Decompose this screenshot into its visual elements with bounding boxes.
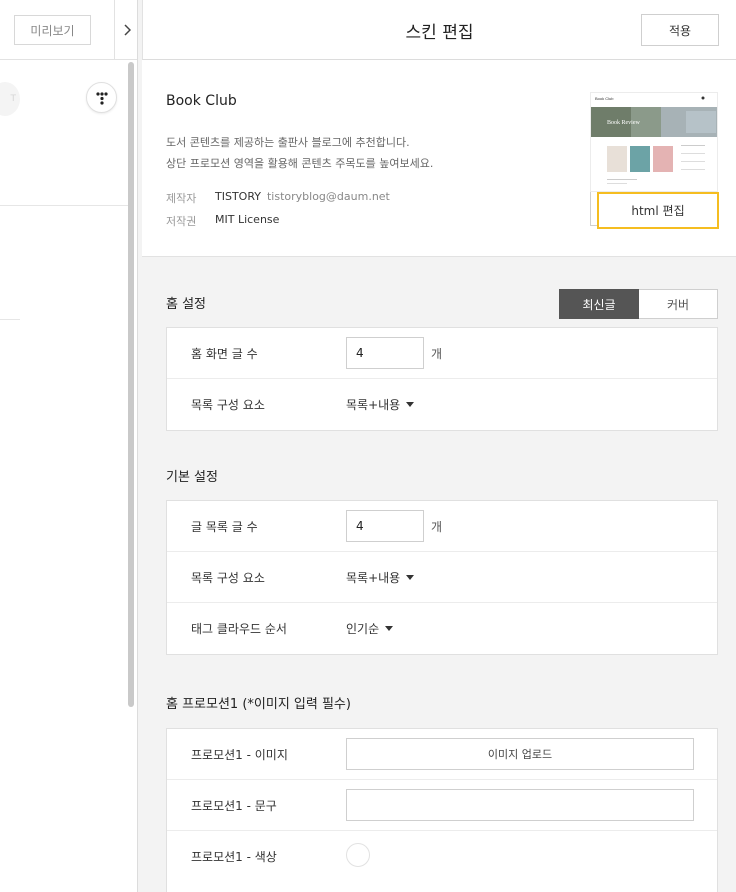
promotion1-text-row: 프로모션1 - 문구 [167, 780, 717, 831]
collapse-panel-button[interactable] [114, 0, 138, 60]
home-settings-title: 홈 설정 [166, 297, 207, 312]
promotion1-image-label: 프로모션1 - 이미지 [191, 748, 288, 762]
home-posts-input[interactable]: 4 [346, 337, 424, 369]
promotion1-color-label: 프로모션1 - 색상 [191, 850, 277, 864]
skin-name: Book Club [166, 93, 237, 109]
preview-scrollbar[interactable] [128, 62, 134, 707]
thumbnail-title: Book Club [595, 96, 614, 101]
basic-list-label: 목록 구성 요소 [191, 571, 265, 585]
basic-posts-input[interactable]: 4 [346, 510, 424, 542]
maker-email: tistoryblog@daum.net [266, 190, 390, 203]
basic-settings-title: 기본 설정 [166, 470, 218, 485]
home-list-label: 목록 구성 요소 [191, 398, 265, 412]
basic-settings-card: 글 목록 글 수 4 개 목록 구성 요소 목록+내용 태그 클라우드 순서 인… [166, 500, 718, 655]
home-posts-unit: 개 [431, 347, 443, 361]
home-list-select[interactable]: 목록+내용 [346, 396, 415, 413]
license-label: 저작권 [166, 215, 197, 228]
promotion1-title: 홈 프로모션1 (*이미지 입력 필수) [166, 697, 351, 712]
basic-posts-unit: 개 [431, 520, 443, 534]
skin-thumbnail: Book Club Book Review [590, 92, 718, 192]
basic-list-row: 목록 구성 요소 목록+내용 [167, 552, 717, 603]
preview-divider [0, 205, 128, 206]
home-posts-label: 홈 화면 글 수 [191, 347, 258, 361]
preview-toolbar: 미리보기 [0, 0, 137, 60]
preview-panel: 미리보기 T [0, 0, 138, 892]
home-mode-toggle[interactable]: 최신글 커버 [559, 289, 718, 319]
caret-down-icon [406, 575, 415, 580]
maker-name: TISTORY [215, 190, 261, 203]
home-list-value: 목록+내용 [346, 398, 401, 412]
home-posts-row: 홈 화면 글 수 4 개 [167, 328, 717, 379]
dots-menu-icon [95, 91, 108, 105]
skin-description: 도서 콘텐츠를 제공하는 출판사 블로그에 추천합니다. 상단 프로모션 영역을… [166, 132, 433, 174]
apply-button[interactable]: 적용 [641, 14, 719, 46]
skin-info-section: Book Club 도서 콘텐츠를 제공하는 출판사 블로그에 추천합니다. 상… [142, 60, 736, 257]
promotion1-image-row: 프로모션1 - 이미지 이미지 업로드 [167, 729, 717, 780]
chevron-right-icon [123, 24, 131, 36]
promotion1-card: 프로모션1 - 이미지 이미지 업로드 프로모션1 - 문구 프로모션1 - 색… [166, 728, 718, 892]
tag-order-label: 태그 클라우드 순서 [191, 622, 287, 636]
caret-down-icon [406, 402, 415, 407]
basic-posts-row: 글 목록 글 수 4 개 [167, 501, 717, 552]
toggle-cover[interactable]: 커버 [639, 289, 718, 319]
home-settings-card: 홈 화면 글 수 4 개 목록 구성 요소 목록+내용 [166, 327, 718, 431]
color-picker[interactable] [346, 843, 370, 867]
skin-thumbnail-image: Book Club Book Review [591, 93, 717, 191]
basic-posts-label: 글 목록 글 수 [191, 520, 258, 534]
skin-description-line: 도서 콘텐츠를 제공하는 출판사 블로그에 추천합니다. [166, 136, 410, 149]
maker-row: 제작자 TISTORY tistoryblog@daum.net [166, 190, 390, 206]
preview-avatar: T [0, 82, 20, 116]
tag-order-select[interactable]: 인기순 [346, 620, 394, 637]
promotion1-text-label: 프로모션1 - 문구 [191, 799, 277, 813]
toggle-latest[interactable]: 최신글 [559, 289, 639, 319]
license-value: MIT License [215, 213, 280, 226]
preview-divider [0, 319, 20, 320]
home-list-row: 목록 구성 요소 목록+내용 [167, 379, 717, 430]
html-edit-button[interactable]: html 편집 [597, 192, 719, 229]
license-row: 저작권 MIT License [166, 213, 279, 229]
promotion1-text-input[interactable] [346, 789, 694, 821]
skin-description-line: 상단 프로모션 영역을 활용해 콘텐츠 주목도를 높여보세요. [166, 157, 434, 170]
preview-button[interactable]: 미리보기 [14, 15, 91, 45]
thumbnail-banner: Book Review [607, 120, 640, 126]
maker-label: 제작자 [166, 192, 197, 205]
caret-down-icon [385, 626, 394, 631]
tag-order-row: 태그 클라우드 순서 인기순 [167, 603, 717, 654]
preview-menu-button[interactable] [86, 82, 117, 113]
tag-order-value: 인기순 [346, 622, 380, 636]
skin-editor-panel: 스킨 편집 적용 Book Club 도서 콘텐츠를 제공하는 출판사 블로그에… [142, 0, 736, 892]
promotion1-color-row: 프로모션1 - 색상 [167, 831, 717, 882]
basic-list-value: 목록+내용 [346, 571, 401, 585]
editor-header: 스킨 편집 적용 [142, 0, 736, 60]
image-upload-button[interactable]: 이미지 업로드 [346, 738, 694, 770]
basic-list-select[interactable]: 목록+내용 [346, 569, 415, 586]
preview-avatar-text: T [10, 94, 17, 104]
